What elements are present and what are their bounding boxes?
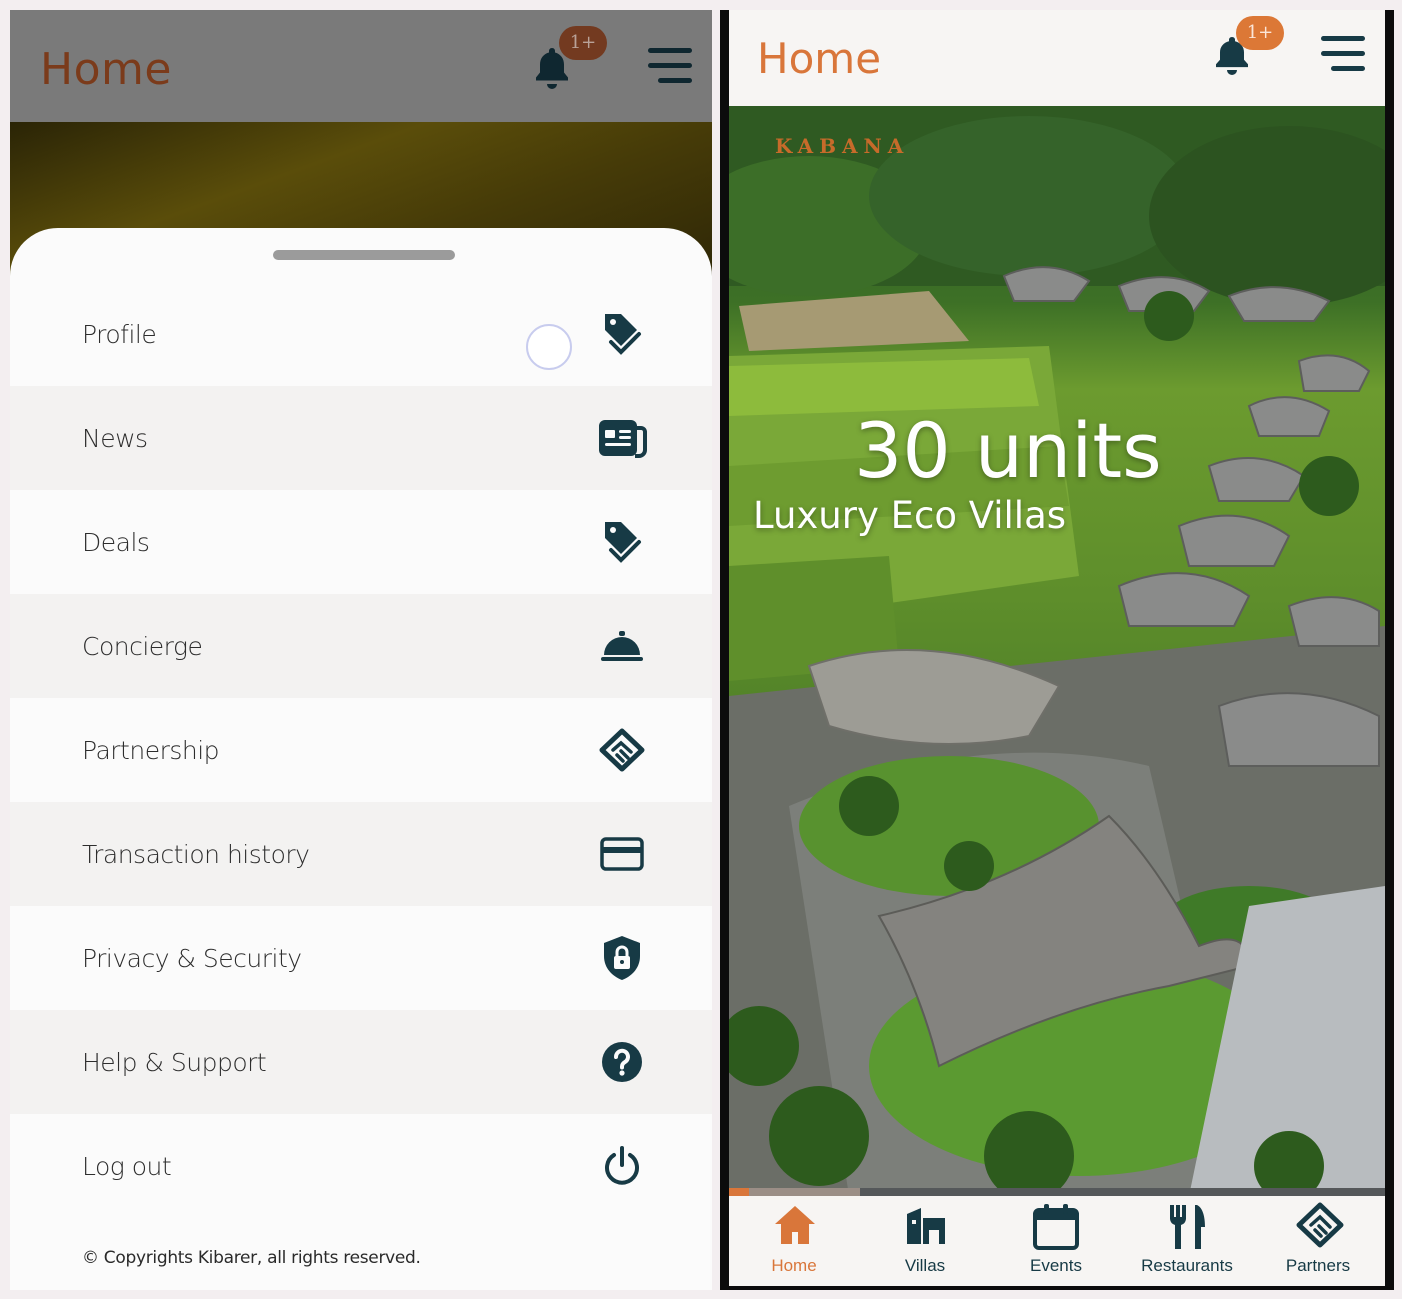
tab-label: Restaurants (1141, 1256, 1233, 1275)
calendar-icon (1033, 1204, 1079, 1250)
hamburger-menu-icon[interactable] (1319, 32, 1367, 76)
tab-partners[interactable]: Partners (1253, 1196, 1383, 1286)
tab-label: Events (1030, 1256, 1082, 1275)
menu-item-log-out[interactable]: Log out (10, 1114, 712, 1218)
right-screen: Home 1+ KABANA 30 units Luxury Eco Villa… (720, 10, 1394, 1290)
menu-item-profile[interactable]: Profile (10, 282, 712, 386)
notification-badge[interactable]: 1+ (1236, 16, 1284, 50)
question-circle-icon (595, 1035, 649, 1089)
notification-badge[interactable]: 1+ (559, 26, 607, 60)
copyright-text: © Copyrights Kibarer, all rights reserve… (82, 1248, 421, 1268)
tab-restaurants[interactable]: Restaurants (1122, 1196, 1252, 1286)
menu-item-label: Help & Support (82, 1047, 267, 1077)
shield-lock-icon (595, 931, 649, 985)
left-screen: Home 1+ Profile News Deals Concierge Par… (10, 10, 712, 1290)
page-title: Home (757, 34, 882, 83)
tab-events[interactable]: Events (991, 1196, 1121, 1286)
menu-item-news[interactable]: News (10, 386, 712, 490)
fork-knife-icon (1170, 1205, 1205, 1249)
sheet-drag-handle[interactable] (273, 250, 455, 260)
tab-label: Home (771, 1256, 817, 1275)
menu-bottom-sheet: Profile News Deals Concierge Partnership… (10, 228, 712, 1290)
credit-card-icon (595, 827, 649, 881)
menu-item-partnership[interactable]: Partnership (10, 698, 712, 802)
menu-item-label: Transaction history (82, 839, 310, 869)
tab-villas[interactable]: Villas (860, 1196, 990, 1286)
menu-item-label: News (82, 423, 148, 453)
tab-label: Villas (904, 1256, 946, 1275)
tag-icon (595, 515, 649, 569)
menu-item-label: Concierge (82, 631, 203, 661)
video-progress-fill (729, 1188, 749, 1196)
tab-label: Partners (1285, 1256, 1351, 1275)
video-buffer-fill (729, 1188, 861, 1196)
touch-ripple (526, 324, 572, 370)
menu-item-help-support[interactable]: Help & Support (10, 1010, 712, 1114)
hero-headline: 30 units (854, 406, 1162, 495)
menu-item-label: Deals (82, 527, 150, 557)
bottom-tab-bar: Home Villas Events Restaurants Partners (729, 1196, 1385, 1286)
page-title: Home (40, 44, 172, 95)
newspaper-icon (595, 411, 649, 465)
menu-item-label: Partnership (82, 735, 220, 765)
menu-item-label: Privacy & Security (82, 943, 302, 973)
brand-logo-text: KABANA (775, 134, 910, 158)
menu-item-deals[interactable]: Deals (10, 490, 712, 594)
menu-item-label: Log out (82, 1151, 172, 1181)
hamburger-menu-icon[interactable] (646, 44, 694, 88)
app-header-dimmed: Home 1+ (10, 10, 712, 122)
app-header: Home 1+ (729, 10, 1385, 106)
handshake-icon (595, 723, 649, 777)
video-progress-bar[interactable] (729, 1188, 1385, 1196)
hero-subline: Luxury Eco Villas (753, 494, 1067, 537)
menu-item-privacy-security[interactable]: Privacy & Security (10, 906, 712, 1010)
menu-item-transaction-history[interactable]: Transaction history (10, 802, 712, 906)
menu-item-concierge[interactable]: Concierge (10, 594, 712, 698)
service-bell-icon (595, 619, 649, 673)
building-icon (907, 1208, 945, 1244)
menu-item-label: Profile (82, 319, 157, 349)
phone-viewport: Home 1+ KABANA 30 units Luxury Eco Villa… (729, 10, 1385, 1286)
tab-home[interactable]: Home (729, 1196, 859, 1286)
aerial-villa-photo (729, 106, 1385, 1196)
power-icon (595, 1139, 649, 1193)
tag-icon (595, 307, 649, 361)
handshake-icon (1296, 1202, 1344, 1248)
home-icon (775, 1206, 815, 1244)
hero-video[interactable]: KABANA 30 units Luxury Eco Villas (729, 106, 1385, 1196)
